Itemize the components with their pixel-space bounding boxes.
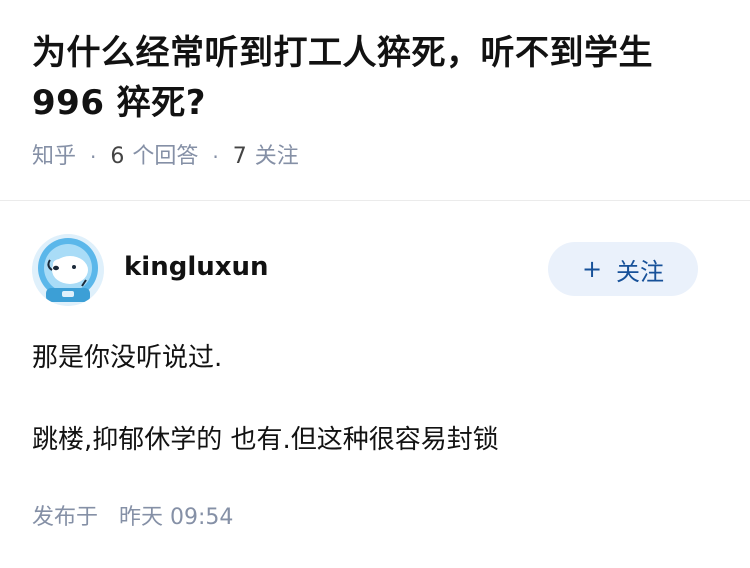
time-prefix: 发布于 (32, 505, 99, 530)
answer-author-row: kingluxun + 关注 (32, 234, 698, 306)
follow-button[interactable]: + 关注 (548, 242, 698, 296)
follow-button-label: 关注 (616, 257, 665, 286)
meta-separator: · (212, 145, 219, 169)
answer-count-label[interactable]: 个回答 (132, 142, 198, 172)
author-name[interactable]: kingluxun (124, 252, 269, 282)
section-divider (0, 200, 750, 201)
astronaut-dog-avatar-icon[interactable] (32, 234, 104, 306)
source-label[interactable]: 知乎 (32, 142, 76, 172)
answer-count: 6 (110, 144, 125, 169)
follower-count-label[interactable]: 关注 (255, 142, 299, 172)
follower-count: 7 (232, 144, 247, 169)
question-header: 为什么经常听到打工人猝死，听不到学生996 猝死? 知乎 · 6 个回答 · 7… (32, 28, 722, 172)
question-title[interactable]: 为什么经常听到打工人猝死，听不到学生996 猝死? (32, 28, 722, 128)
time-value: 昨天 09:54 (119, 505, 234, 530)
plus-icon: + (581, 255, 603, 283)
answer-content: 那是你没听说过. 跳楼,抑郁休学的 也有.但这种很容易封锁 (32, 338, 722, 502)
answer-paragraph: 那是你没听说过. (32, 343, 223, 373)
answer-paragraph: 跳楼,抑郁休学的 也有.但这种很容易封锁 (32, 425, 499, 455)
question-meta: 知乎 · 6 个回答 · 7 关注 (32, 142, 722, 172)
meta-separator: · (90, 145, 97, 169)
answer-timestamp: 发布于 昨天 09:54 (32, 504, 233, 532)
